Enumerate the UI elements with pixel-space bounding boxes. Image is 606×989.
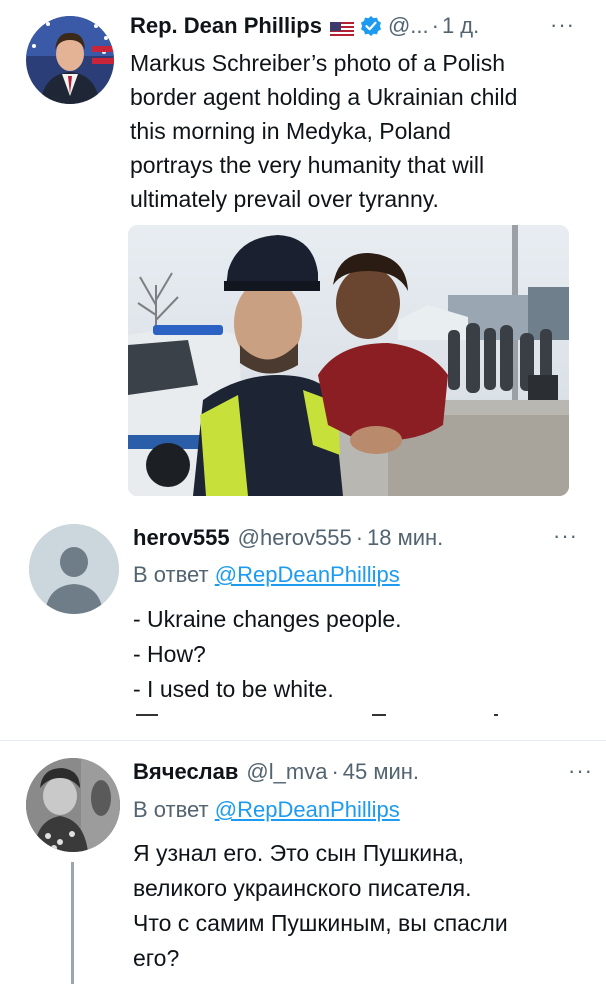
more-options-icon[interactable]: ···	[553, 523, 578, 549]
avatar-dean-phillips[interactable]	[26, 16, 114, 104]
text-line: - Ukraine changes people.	[133, 606, 402, 632]
separator-dot: ·	[355, 525, 364, 550]
author-name[interactable]: Вячеслав	[133, 759, 238, 785]
avatar-default[interactable]	[29, 524, 119, 614]
author-handle[interactable]: @...	[388, 13, 429, 39]
separator-dot: ·	[331, 759, 339, 784]
clipped-text-remnant	[494, 714, 498, 716]
reply-prefix: В ответ	[133, 562, 209, 587]
tweet-text: - Ukraine changes people. - How? - I use…	[133, 602, 402, 707]
tweet-time[interactable]: 1 д.	[442, 13, 479, 39]
tweet-header: Rep. Dean Phillips @... · 1 д.	[130, 13, 479, 39]
clipped-text-remnant	[372, 714, 386, 716]
tweet-photo[interactable]	[128, 225, 569, 496]
author-name[interactable]: Rep. Dean Phillips	[130, 13, 322, 39]
replying-to: В ответ @RepDeanPhillips	[133, 562, 400, 588]
reply-prefix: В ответ	[133, 797, 209, 822]
tweet-header: Вячеслав @l_mva · 45 мин.	[133, 759, 419, 785]
author-name[interactable]: herov555	[133, 525, 230, 551]
avatar-vyacheslav[interactable]	[26, 758, 120, 852]
tweet-time[interactable]: 18 мин.	[367, 525, 443, 551]
more-options-icon[interactable]: ···	[568, 758, 593, 784]
tweet-text: Markus Schreiber’s photo of a Polish bor…	[130, 50, 518, 212]
replying-to: В ответ @RepDeanPhillips	[133, 797, 400, 823]
clipped-text-remnant	[136, 714, 158, 716]
default-profile-icon	[29, 524, 119, 614]
avatar-image	[26, 16, 114, 104]
separator-dot: ·	[431, 13, 439, 38]
more-options-icon[interactable]: ···	[550, 12, 575, 38]
text-line: - I used to be white.	[133, 676, 334, 702]
tweet-text: Я узнал его. Это сын Пушкина, великого у…	[133, 840, 508, 971]
us-flag-icon	[329, 18, 354, 38]
author-handle[interactable]: @herov555	[238, 525, 352, 551]
tweet-time[interactable]: 45 мин.	[343, 759, 419, 785]
tweet-header: herov555 @herov555 · 18 мин.	[133, 525, 443, 551]
thread-connector-line	[71, 862, 74, 984]
tweet-divider	[0, 740, 606, 741]
text-line: - How?	[133, 641, 206, 667]
verified-badge-icon	[360, 15, 382, 37]
reply-mention-link[interactable]: @RepDeanPhillips	[215, 797, 400, 822]
author-handle[interactable]: @l_mva	[246, 759, 327, 785]
avatar-photo	[26, 758, 120, 852]
photo-image	[128, 225, 569, 496]
reply-mention-link[interactable]: @RepDeanPhillips	[215, 562, 400, 587]
